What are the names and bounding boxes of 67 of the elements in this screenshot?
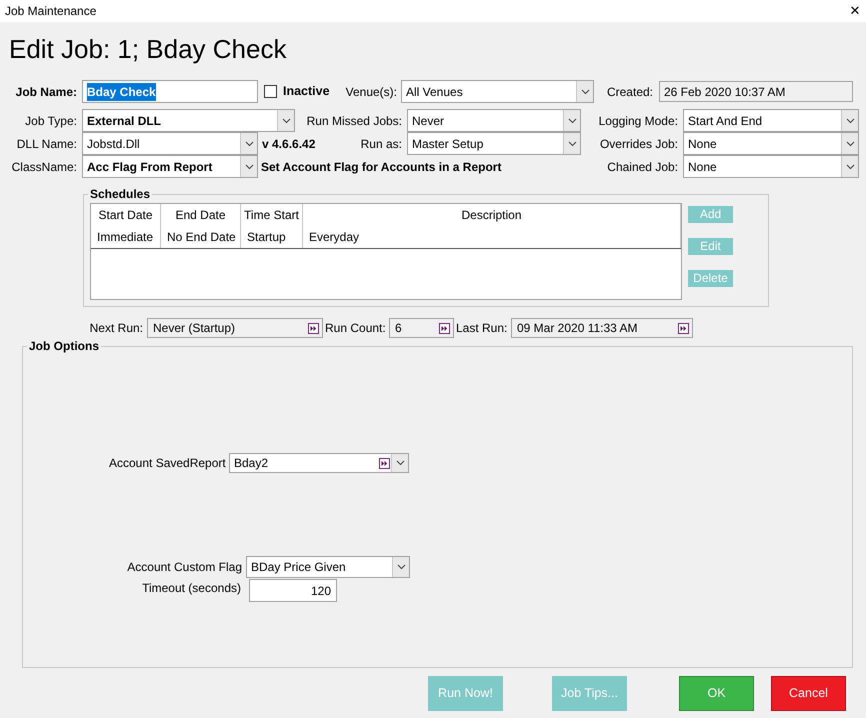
fast-forward-icon[interactable] — [439, 322, 450, 334]
combo-box[interactable]: Bday2 — [229, 453, 409, 473]
table-cell: Everyday — [303, 226, 681, 248]
combo-box[interactable]: Start And End — [683, 109, 859, 132]
fast-forward-icon[interactable] — [379, 458, 390, 468]
field-label: DLL Name: — [16, 136, 78, 152]
field-label: Account SavedReport — [109, 455, 227, 472]
chevron-icon — [580, 88, 590, 94]
page-heading: Edit Job: 1; Bday Check — [9, 34, 286, 64]
class-description: Set Account Flag for Accounts in a Report — [261, 158, 502, 176]
column-header[interactable]: Description — [303, 204, 681, 226]
field-label: Next Run: — [88, 320, 144, 337]
number-field[interactable]: 120 — [249, 579, 337, 602]
column-header[interactable]: Start Date — [91, 204, 161, 226]
combo-box[interactable]: BDay Price Given — [246, 556, 410, 578]
checkbox-label: Inactive — [283, 83, 331, 100]
table-cell: No End Date — [161, 226, 241, 248]
field-label: Created: — [606, 84, 654, 100]
combo-box[interactable]: Never — [407, 109, 581, 132]
field-label: Run Count: — [325, 320, 387, 337]
field-label: Account Custom Flag — [126, 559, 243, 576]
window-title: Job Maintenance — [5, 3, 96, 20]
field-label: Run as: — [360, 136, 403, 152]
table-cell: Immediate — [91, 226, 161, 248]
checkbox[interactable] — [264, 85, 277, 98]
field-label: Logging Mode: — [598, 112, 679, 130]
dialog-button[interactable]: Cancel — [771, 676, 846, 711]
chevron-icon — [396, 460, 404, 466]
chevron-icon — [568, 140, 576, 146]
version-text: v 4.6.6.42 — [262, 136, 316, 152]
field-label: Last Run: — [456, 320, 508, 337]
combo-box[interactable]: External DLL — [82, 109, 295, 132]
field-label: Chained Job: — [606, 158, 679, 176]
group-title: Job Options — [27, 339, 101, 353]
combo-box[interactable]: Acc Flag From Report — [82, 155, 258, 178]
read-only-field: 6 — [389, 318, 454, 338]
read-only-field: 09 Mar 2020 11:33 AM — [511, 318, 693, 338]
field-label: Timeout (seconds) — [141, 580, 242, 597]
chevron-icon — [846, 140, 854, 146]
read-only-field: 26 Feb 2020 10:37 AM — [659, 81, 853, 102]
group-title: Schedules — [88, 187, 152, 201]
combo-box[interactable]: None — [683, 155, 859, 178]
chevron-icon — [244, 164, 254, 170]
chevron-icon — [846, 118, 854, 124]
fast-forward-icon[interactable] — [308, 322, 319, 334]
fast-forward-icon[interactable] — [678, 322, 689, 334]
chevron-icon — [396, 564, 406, 570]
text-field[interactable]: Bday Check — [82, 80, 258, 103]
field-label: Job Type: — [24, 112, 78, 130]
field-label: Venue(s): — [344, 84, 398, 100]
combo-box[interactable]: Jobstd.Dll — [82, 132, 258, 155]
read-only-field: Never (Startup) — [147, 318, 323, 338]
chevron-icon — [568, 118, 576, 124]
combo-box[interactable]: All Venues — [401, 80, 594, 103]
column-header[interactable]: Time Start — [241, 204, 303, 226]
combo-box[interactable]: None — [683, 132, 859, 155]
field-label: Overrides Job: — [598, 136, 679, 152]
chevron-icon — [282, 118, 290, 124]
chevron-icon — [846, 164, 854, 170]
column-header[interactable]: End Date — [161, 204, 241, 226]
field-label: ClassName: — [10, 158, 78, 176]
combo-box[interactable]: Master Setup — [407, 132, 581, 155]
chevron-icon — [244, 140, 254, 146]
field-label: Job Name: — [14, 84, 78, 100]
close-button[interactable]: ✕ — [844, 1, 866, 21]
field-label: Run Missed Jobs: — [306, 112, 403, 130]
table-cell: Startup — [241, 226, 303, 248]
